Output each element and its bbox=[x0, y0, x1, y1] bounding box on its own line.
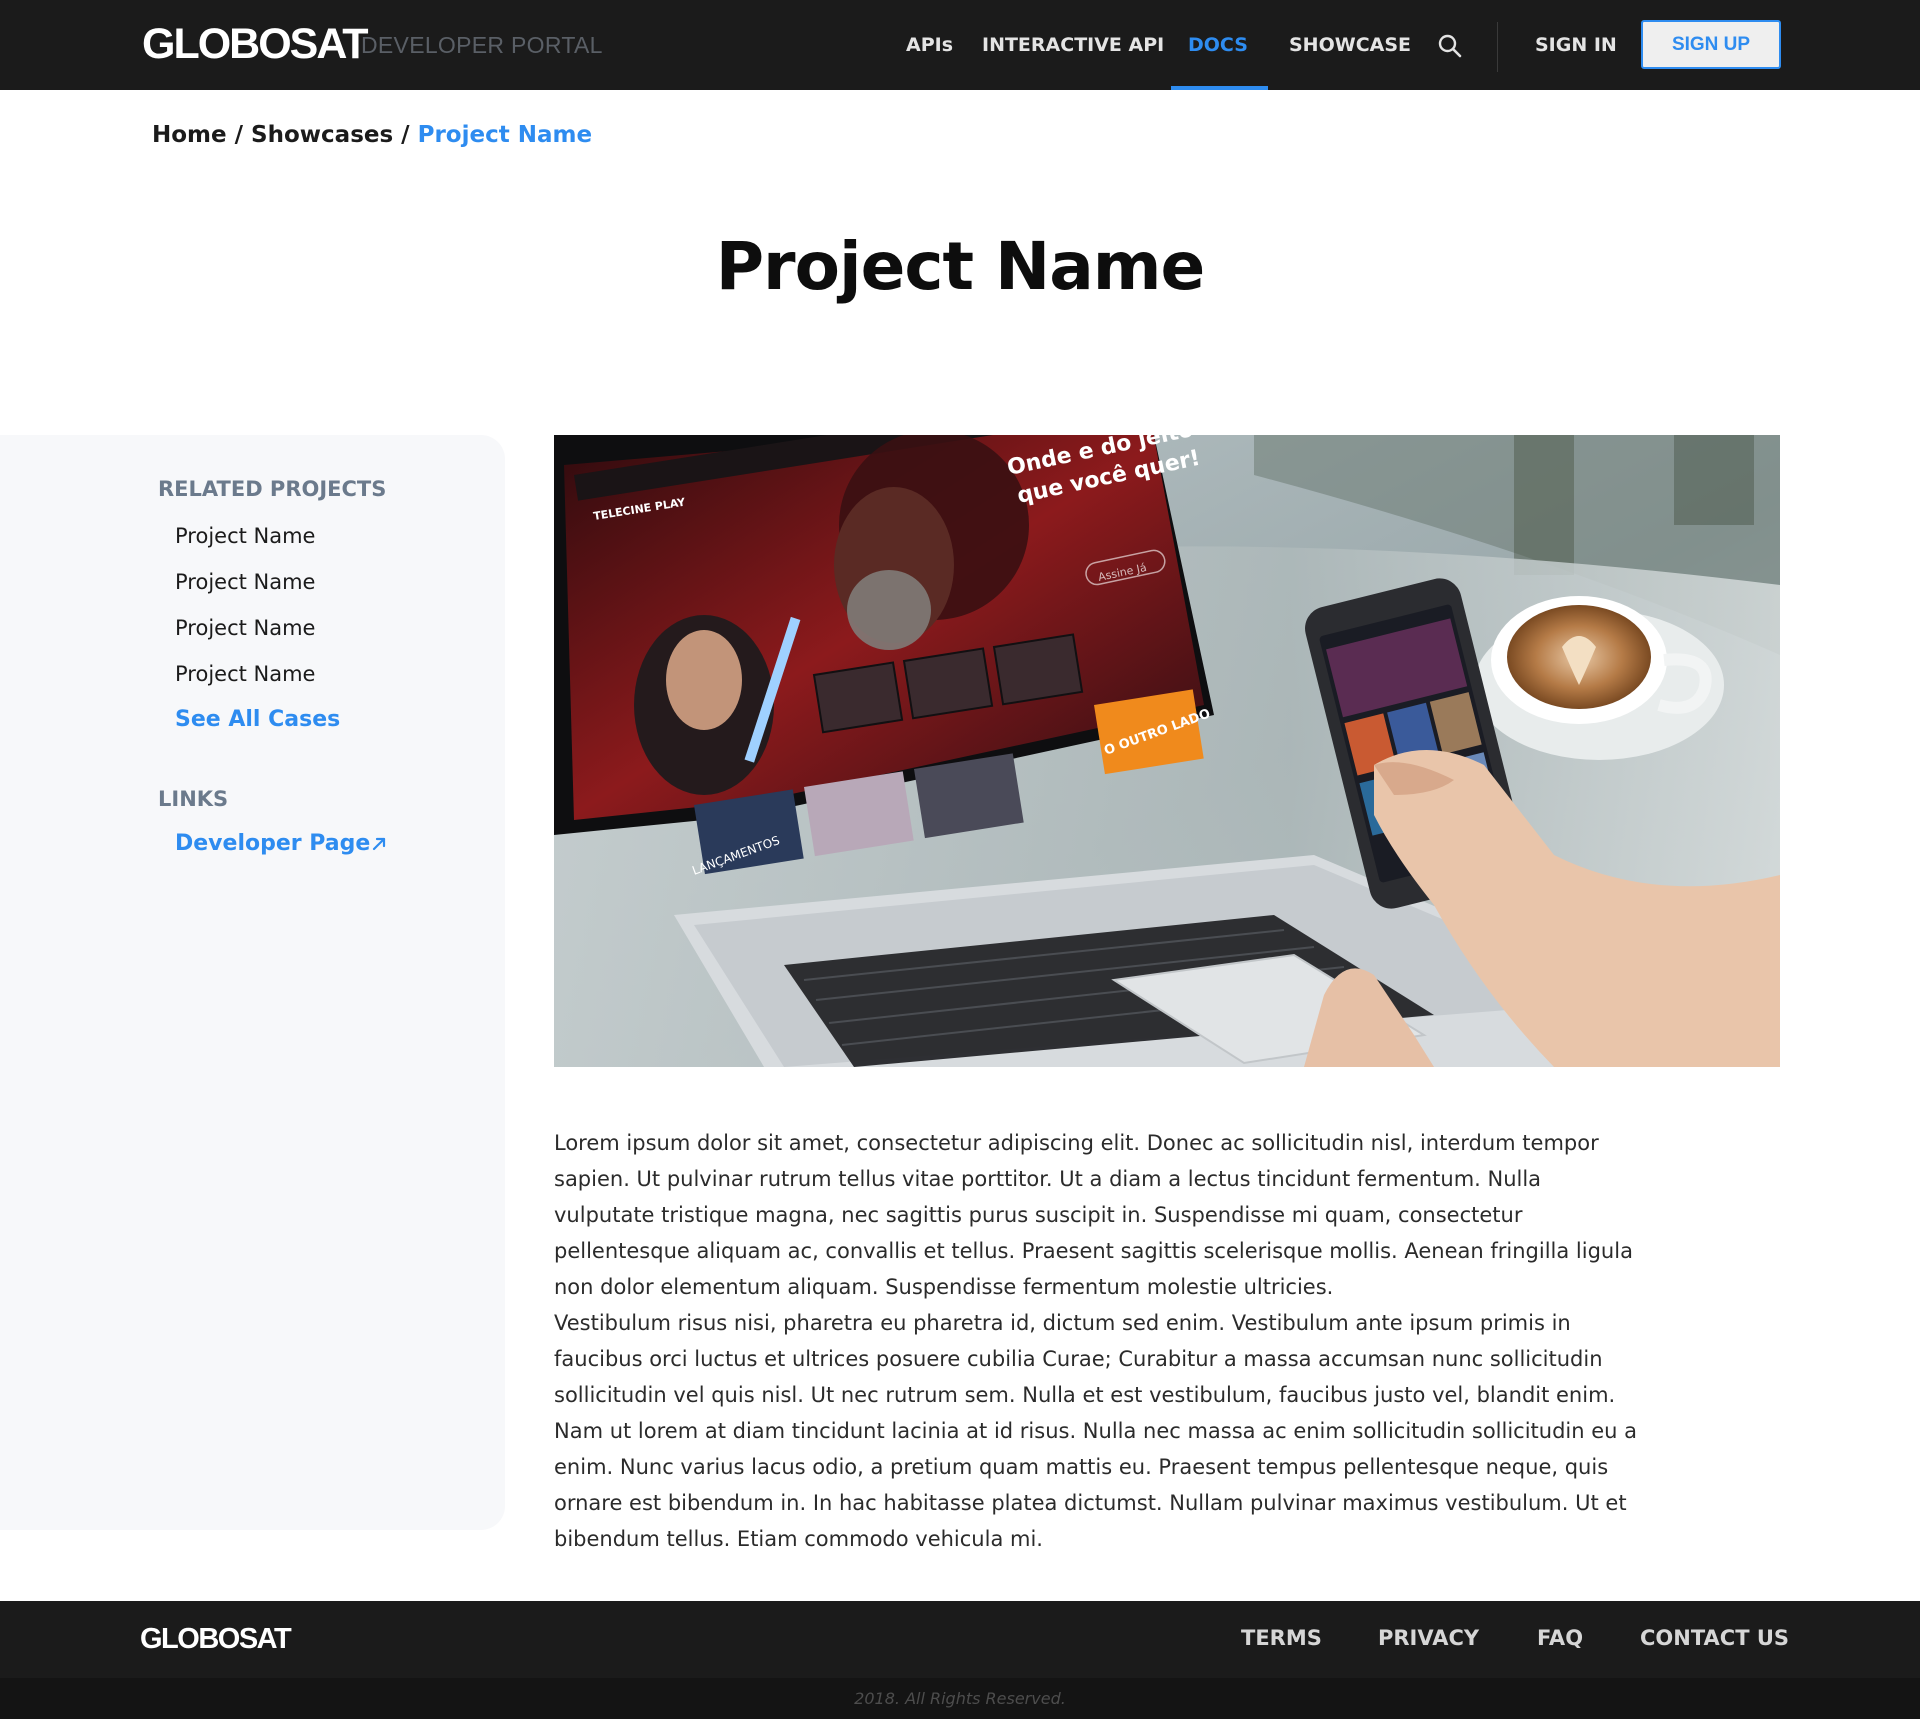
related-projects-heading: RELATED PROJECTS bbox=[158, 477, 387, 501]
page-title: Project Name bbox=[715, 228, 1206, 305]
search-icon[interactable] bbox=[1437, 33, 1463, 59]
breadcrumb-current: Project Name bbox=[417, 122, 593, 148]
laptop-and-phone-illustration: Onde e do jeito que você quer! Assine Já… bbox=[554, 435, 1780, 1067]
footer: GLOBOSAT TERMS PRIVACY FAQ CONTACT US bbox=[0, 1601, 1920, 1678]
related-project-item[interactable]: Project Name bbox=[175, 568, 315, 596]
breadcrumb: Home / Showcases / Project Name bbox=[152, 120, 592, 150]
footer-contact-link[interactable]: CONTACT US bbox=[1640, 1623, 1789, 1653]
footer-logo[interactable]: GLOBOSAT bbox=[140, 1621, 292, 1657]
breadcrumb-home[interactable]: Home bbox=[152, 122, 227, 148]
nav-divider bbox=[1497, 22, 1498, 72]
sidebar: RELATED PROJECTS Project Name Project Na… bbox=[0, 435, 505, 1530]
description-paragraph-1: Lorem ipsum dolor sit amet, consectetur … bbox=[554, 1131, 1633, 1299]
breadcrumb-separator: / bbox=[226, 122, 252, 148]
nav-docs[interactable]: DOCS bbox=[1188, 30, 1248, 60]
breadcrumb-separator: / bbox=[393, 122, 418, 148]
copyright-text: 2018. All Rights Reserved. bbox=[854, 1689, 1066, 1708]
description-paragraph-2: Vestibulum risus nisi, pharetra eu phare… bbox=[554, 1311, 1638, 1551]
globosat-logo[interactable]: GLOBOSAT bbox=[142, 20, 368, 68]
sign-up-button[interactable]: SIGN UP bbox=[1641, 20, 1781, 69]
nav-interactive-api[interactable]: INTERACTIVE API bbox=[982, 30, 1164, 60]
top-navigation-bar: GLOBOSAT DEVELOPER PORTAL APIs INTERACTI… bbox=[0, 0, 1920, 90]
see-all-cases-link[interactable]: See All Cases bbox=[175, 705, 340, 735]
copyright-bar: 2018. All Rights Reserved. bbox=[0, 1678, 1920, 1719]
related-project-item[interactable]: Project Name bbox=[175, 660, 315, 688]
related-project-item[interactable]: Project Name bbox=[175, 614, 315, 642]
footer-faq-link[interactable]: FAQ bbox=[1537, 1623, 1583, 1653]
related-project-item[interactable]: Project Name bbox=[175, 522, 315, 550]
project-hero-image: Onde e do jeito que você quer! Assine Já… bbox=[554, 435, 1780, 1067]
breadcrumb-showcases[interactable]: Showcases bbox=[251, 122, 393, 148]
links-heading: LINKS bbox=[158, 787, 229, 811]
footer-privacy-link[interactable]: PRIVACY bbox=[1378, 1623, 1479, 1653]
developer-portal-label: DEVELOPER PORTAL bbox=[361, 32, 603, 58]
project-description: Lorem ipsum dolor sit amet, consectetur … bbox=[554, 1125, 1644, 1557]
footer-terms-link[interactable]: TERMS bbox=[1241, 1623, 1322, 1653]
nav-showcase[interactable]: SHOWCASE bbox=[1289, 30, 1411, 60]
active-nav-indicator bbox=[1171, 86, 1268, 90]
logo-text: GLOBOSAT bbox=[142, 20, 368, 68]
developer-page-label: Developer Page bbox=[175, 831, 371, 856]
developer-page-link[interactable]: Developer Page bbox=[175, 829, 386, 859]
nav-apis[interactable]: APIs bbox=[906, 30, 953, 60]
external-link-icon bbox=[372, 830, 386, 851]
sign-in-link[interactable]: SIGN IN bbox=[1535, 30, 1617, 60]
